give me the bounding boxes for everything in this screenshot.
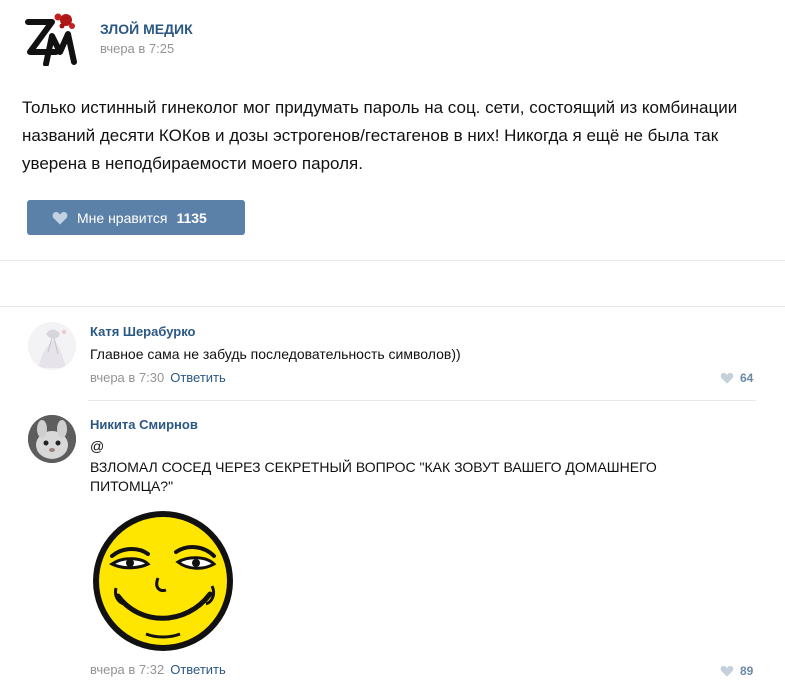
- divider: [0, 260, 785, 261]
- avatar[interactable]: [28, 415, 76, 463]
- community-logo[interactable]: [22, 12, 80, 67]
- comment-mention[interactable]: @: [90, 437, 104, 456]
- like-label: Мне нравится: [77, 209, 168, 226]
- avatar[interactable]: [28, 322, 76, 370]
- smiley-face-icon: [93, 511, 233, 651]
- divider: [0, 306, 785, 307]
- like-count: 1135: [176, 209, 207, 226]
- comment-timestamp[interactable]: вчера в 7:32: [90, 662, 164, 677]
- heart-icon: [52, 211, 68, 224]
- comment-timestamp[interactable]: вчера в 7:30: [90, 370, 164, 385]
- comment-text: ВЗЛОМАЛ СОСЕД ЧЕРЕЗ СЕКРЕТНЫЙ ВОПРОС "КА…: [90, 459, 657, 494]
- reply-button[interactable]: Ответить: [170, 370, 226, 385]
- heart-icon: [720, 665, 734, 677]
- comment-author-link[interactable]: Никита Смирнов: [90, 417, 198, 432]
- comment-footer: вчера в 7:30 Ответить: [90, 370, 226, 385]
- comment-like-button[interactable]: 64: [720, 371, 753, 385]
- post-text: Только истинный гинеколог мог придумать …: [22, 98, 738, 173]
- post-timestamp[interactable]: вчера в 7:25: [100, 41, 174, 56]
- reply-button[interactable]: Ответить: [170, 662, 226, 677]
- comment-author-link[interactable]: Катя Шерабурко: [90, 324, 196, 339]
- divider: [88, 400, 756, 401]
- heart-icon: [720, 372, 734, 384]
- like-button[interactable]: Мне нравится 1135: [27, 200, 245, 235]
- comment-like-count: 89: [740, 664, 754, 678]
- comment-like-button[interactable]: 89: [720, 664, 753, 678]
- comment-like-count: 64: [740, 371, 754, 385]
- comment-image-smiley[interactable]: [90, 508, 236, 654]
- comment-footer: вчера в 7:32 Ответить: [90, 662, 226, 677]
- post-author-link[interactable]: ЗЛОЙ МЕДИК: [100, 21, 193, 37]
- comment-text: Главное сама не забудь последовательност…: [90, 346, 461, 362]
